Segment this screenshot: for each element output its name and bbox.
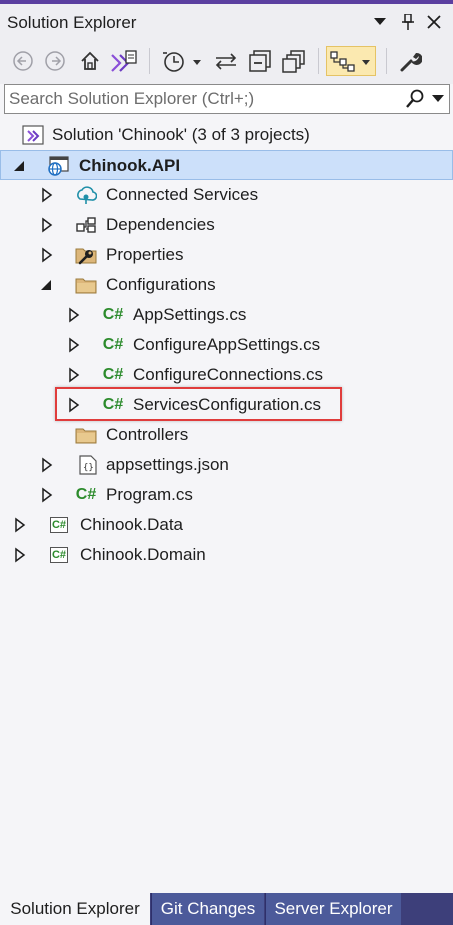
show-all-files-icon[interactable]	[280, 46, 308, 76]
collapsed-arrow-icon[interactable]	[40, 217, 54, 233]
tree-item-connected-services[interactable]: Connected Services	[0, 180, 453, 210]
collapsed-arrow-icon[interactable]	[40, 187, 54, 203]
tree-item-program-cs[interactable]: C# Program.cs	[0, 480, 453, 510]
dependencies-icon	[75, 215, 97, 235]
tree-item-controllers[interactable]: Controllers	[0, 420, 453, 450]
tree-item-label: Solution 'Chinook' (3 of 3 projects)	[52, 125, 310, 144]
tree-item-label: Dependencies	[106, 215, 215, 234]
tree-item-configure-connections-cs[interactable]: C# ConfigureConnections.cs	[0, 360, 453, 390]
tab-solution-explorer[interactable]: Solution Explorer	[0, 893, 150, 925]
tree-item-solution[interactable]: Solution 'Chinook' (3 of 3 projects)	[0, 120, 453, 150]
tree-item-label: ConfigureAppSettings.cs	[133, 335, 321, 354]
csharp-project-icon: C#	[50, 547, 68, 563]
tree-item-label: Chinook.Data	[80, 515, 184, 534]
back-icon[interactable]	[10, 46, 36, 76]
pending-changes-filter-icon[interactable]	[158, 46, 204, 76]
solution-tree: Solution 'Chinook' (3 of 3 projects) Chi…	[0, 120, 453, 900]
tree-item-label: Program.cs	[106, 485, 193, 504]
toolbar-separator	[386, 48, 387, 74]
tab-server-explorer[interactable]: Server Explorer	[265, 893, 401, 925]
tree-item-label: Controllers	[106, 425, 189, 444]
collapsed-arrow-icon[interactable]	[67, 307, 81, 323]
highlight-box	[55, 387, 342, 421]
tree-item-project-chinook-api[interactable]: Chinook.API	[0, 150, 453, 180]
collapsed-arrow-icon[interactable]	[40, 457, 54, 473]
tree-item-label: appsettings.json	[106, 455, 229, 474]
vs-switch-views-icon[interactable]	[108, 46, 140, 76]
title-bar: Solution Explorer	[0, 0, 453, 38]
json-file-icon: {}	[77, 455, 99, 475]
folder-icon	[75, 425, 97, 445]
preview-selected-items-icon[interactable]	[326, 46, 376, 76]
connected-services-icon	[75, 185, 97, 205]
collapsed-arrow-icon[interactable]	[67, 337, 81, 353]
toolbar-separator	[149, 48, 150, 74]
csharp-file-icon: C#	[75, 486, 97, 503]
forward-icon[interactable]	[42, 46, 68, 76]
pin-icon[interactable]	[398, 12, 418, 32]
tree-item-label: Chinook.API	[79, 156, 181, 175]
tree-item-label: Connected Services	[106, 185, 259, 204]
window-title: Solution Explorer	[7, 13, 137, 32]
toolbar-separator	[318, 48, 319, 74]
sync-icon[interactable]	[212, 46, 240, 76]
tree-item-appsettings-json[interactable]: {} appsettings.json	[0, 450, 453, 480]
tree-item-configure-appsettings-cs[interactable]: C# ConfigureAppSettings.cs	[0, 330, 453, 360]
collapsed-arrow-icon[interactable]	[40, 247, 54, 263]
tree-item-project-chinook-data[interactable]: C# Chinook.Data	[0, 510, 453, 540]
folder-icon	[75, 275, 97, 295]
csharp-file-icon: C#	[102, 336, 124, 353]
tree-item-label: ConfigureConnections.cs	[133, 365, 323, 384]
properties-icon[interactable]	[396, 46, 424, 76]
dropdown-icon[interactable]	[370, 12, 390, 32]
collapsed-arrow-icon[interactable]	[40, 487, 54, 503]
toolbar	[0, 38, 453, 84]
search-icon[interactable]	[405, 89, 425, 109]
search-box	[4, 84, 450, 114]
csharp-project-icon: C#	[50, 517, 68, 533]
tab-git-changes[interactable]: Git Changes	[151, 893, 264, 925]
properties-folder-icon	[75, 245, 97, 265]
search-options-dropdown-icon[interactable]	[429, 89, 447, 109]
tree-item-label: AppSettings.cs	[133, 305, 247, 324]
tree-item-dependencies[interactable]: Dependencies	[0, 210, 453, 240]
tree-item-label: Chinook.Domain	[80, 545, 206, 564]
collapsed-arrow-icon[interactable]	[67, 367, 81, 383]
collapsed-arrow-icon[interactable]	[13, 547, 27, 563]
close-icon[interactable]	[424, 12, 444, 32]
tree-item-properties[interactable]: Properties	[0, 240, 453, 270]
tree-item-label: Properties	[106, 245, 184, 264]
collapse-all-icon[interactable]	[246, 46, 274, 76]
svg-text:{}: {}	[83, 463, 94, 473]
collapsed-arrow-icon[interactable]	[13, 517, 27, 533]
tree-item-project-chinook-domain[interactable]: C# Chinook.Domain	[0, 540, 453, 570]
solution-icon	[22, 125, 44, 145]
csharp-file-icon: C#	[102, 306, 124, 323]
tool-window-tabs: Solution Explorer Git Changes Server Exp…	[0, 893, 453, 925]
tree-item-configurations[interactable]: Configurations	[0, 270, 453, 300]
expanded-arrow-icon[interactable]	[13, 158, 27, 174]
tree-item-appsettings-cs[interactable]: C# AppSettings.cs	[0, 300, 453, 330]
expanded-arrow-icon[interactable]	[40, 277, 54, 293]
home-icon[interactable]	[76, 46, 104, 76]
search-input[interactable]	[7, 87, 406, 111]
csharp-file-icon: C#	[102, 366, 124, 383]
tree-item-label: Configurations	[106, 275, 216, 294]
web-project-icon	[47, 156, 69, 176]
